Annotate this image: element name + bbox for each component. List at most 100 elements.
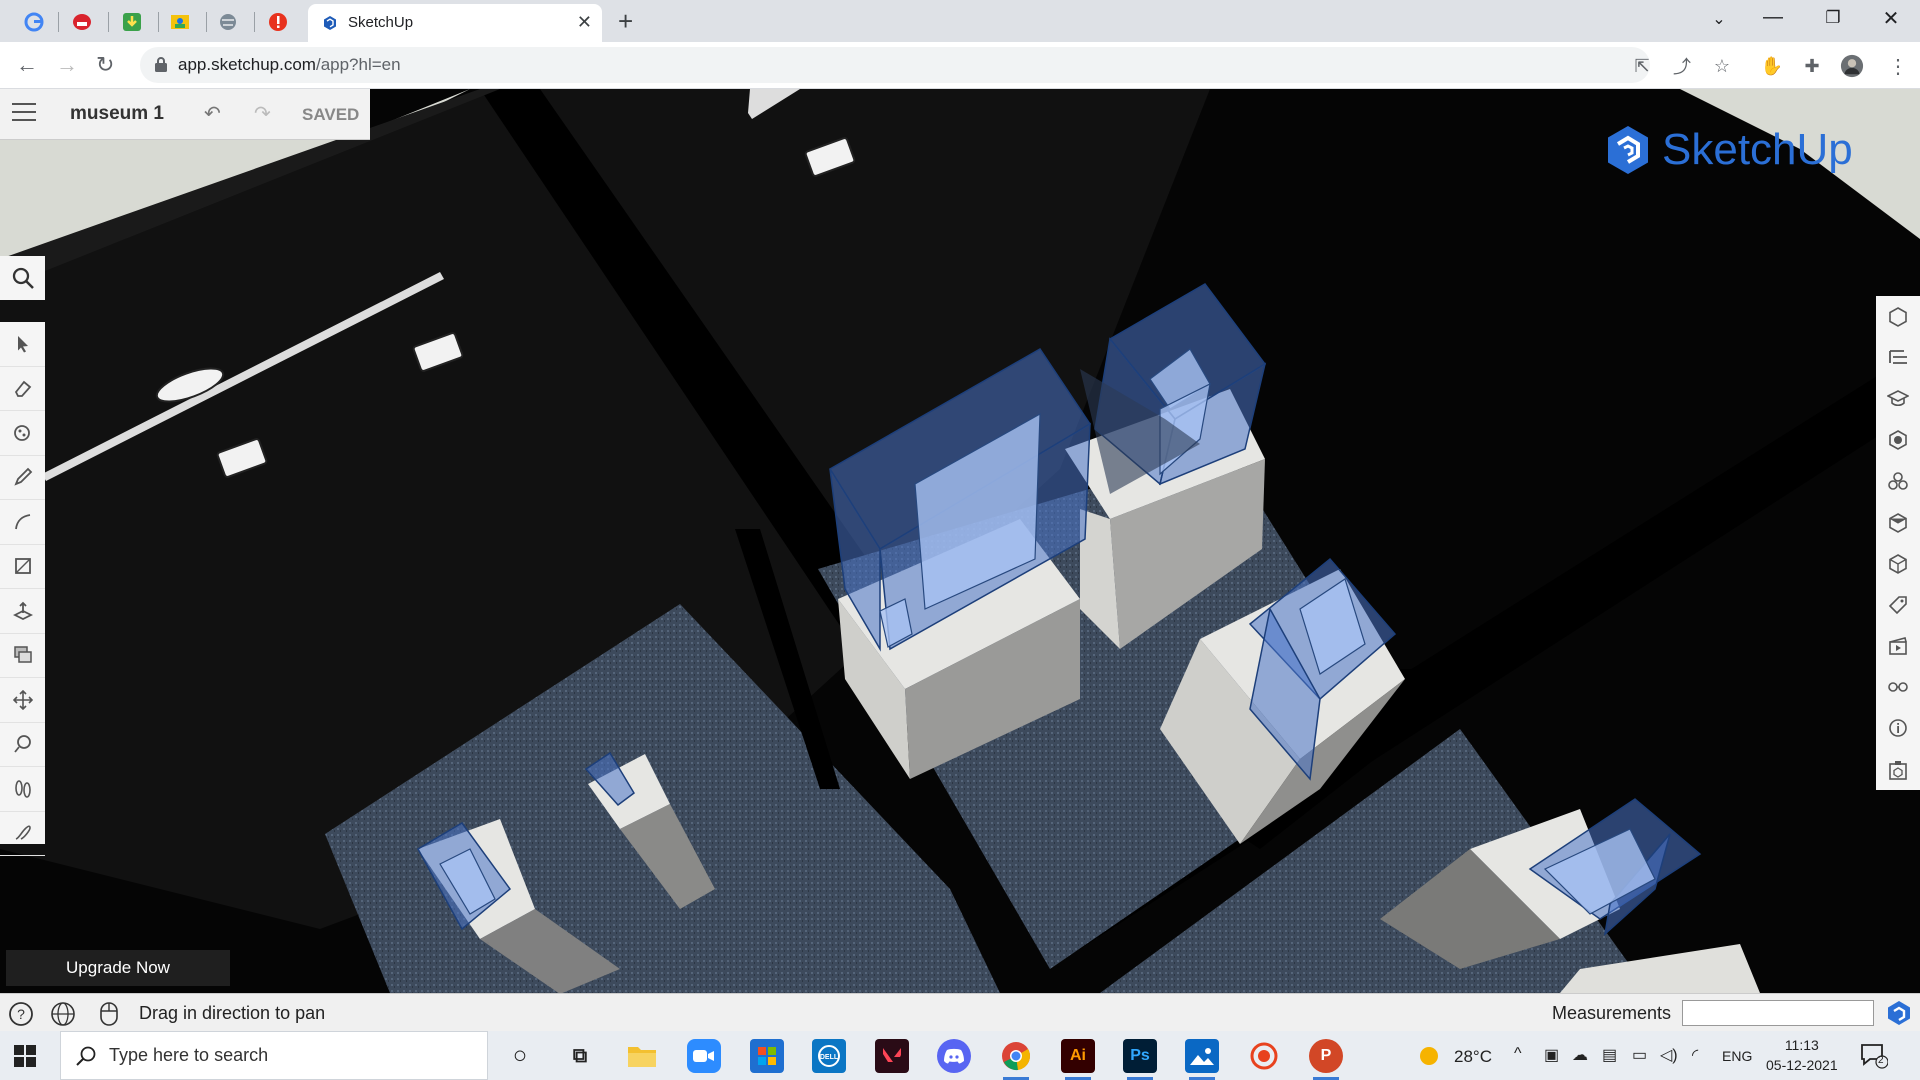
paint-bucket-tool[interactable] — [0, 411, 45, 456]
info-button[interactable] — [1876, 708, 1920, 749]
rolling-stones-icon — [73, 14, 91, 30]
notifications-icon[interactable]: 2 — [1860, 1043, 1889, 1074]
puzzle-icon[interactable]: ✚ — [1800, 54, 1824, 78]
offset-tool[interactable] — [0, 634, 45, 678]
close-window-button[interactable]: ✕ — [1868, 6, 1914, 31]
globe-icon — [220, 14, 236, 30]
display-settings-icon[interactable]: ▤ — [1602, 1045, 1617, 1065]
meet-now-icon[interactable]: ▣ — [1544, 1045, 1559, 1065]
file-explorer-icon[interactable] — [625, 1039, 659, 1073]
back-button[interactable]: ← — [16, 52, 38, 78]
pinned-tab-download[interactable] — [118, 8, 146, 36]
measurements-input[interactable] — [1682, 1000, 1874, 1026]
measurements-label: Measurements — [1552, 1003, 1672, 1023]
close-tab-icon[interactable]: ✕ — [577, 12, 592, 33]
chrome-icon[interactable] — [999, 1039, 1033, 1080]
bookmark-star-icon[interactable]: ☆ — [1710, 54, 1734, 78]
document-header: museum 1 ↶ ↷ SAVED — [0, 89, 370, 140]
mouse-hint-button[interactable] — [96, 1001, 122, 1027]
select-tool[interactable] — [0, 322, 45, 367]
pinned-tab-gallery[interactable] — [166, 8, 194, 36]
search-icon — [76, 1046, 96, 1066]
components-button[interactable] — [1876, 461, 1920, 502]
tray-chevron-icon[interactable]: ^ — [1514, 1045, 1522, 1063]
zoom-icon[interactable] — [687, 1039, 721, 1073]
scenes-button[interactable] — [1876, 543, 1920, 584]
orbit-tool[interactable] — [0, 812, 45, 856]
tab-sketchup[interactable]: SketchUp ✕ — [308, 4, 602, 42]
eraser-tool[interactable] — [0, 367, 45, 411]
dell-icon[interactable]: DELL — [812, 1039, 846, 1073]
rectangle-tool[interactable] — [0, 545, 45, 589]
materials-button[interactable] — [1876, 420, 1920, 461]
powerpoint-icon[interactable]: P — [1309, 1039, 1343, 1080]
open-external-icon[interactable]: ⇱ — [1630, 54, 1654, 78]
language-indicator[interactable]: ENG — [1722, 1048, 1752, 1064]
help-button[interactable]: ? — [8, 1001, 34, 1027]
styles-button[interactable] — [1876, 502, 1920, 543]
search-tool-button[interactable] — [0, 256, 45, 300]
push-pull-tool[interactable] — [0, 589, 45, 634]
notification-count: 2 — [1878, 1055, 1884, 1066]
valorant-icon[interactable] — [875, 1039, 909, 1073]
profile-avatar[interactable] — [1840, 54, 1864, 78]
undo-icon[interactable]: ↶ — [204, 101, 221, 126]
recorder-icon[interactable] — [1247, 1039, 1281, 1073]
more-vert-icon[interactable]: ⋮ — [1886, 54, 1910, 78]
minimize-button[interactable]: — — [1750, 6, 1796, 29]
entity-info-button[interactable] — [1876, 296, 1920, 337]
new-tab-button[interactable]: + — [618, 6, 633, 37]
upgrade-now-button[interactable]: Upgrade Now — [6, 950, 230, 986]
ms-store-icon[interactable] — [750, 1039, 784, 1073]
restore-button[interactable]: ❐ — [1810, 8, 1856, 28]
battery-icon[interactable]: ▭ — [1632, 1045, 1647, 1065]
gallery-icon — [171, 15, 189, 29]
url-host: app.sketchup.com — [178, 55, 316, 74]
start-button[interactable] — [14, 1045, 36, 1072]
wifi-icon[interactable]: ◜ — [1692, 1045, 1698, 1065]
pinned-tab-globe[interactable] — [214, 8, 242, 36]
eraser-icon — [14, 380, 31, 398]
tab-search-chevron-icon[interactable]: ⌄ — [1696, 9, 1742, 29]
weather-sun-icon[interactable] — [1418, 1045, 1440, 1072]
address-bar[interactable]: app.sketchup.com/app?hl=en — [140, 47, 1650, 83]
geo-location-button[interactable] — [50, 1001, 76, 1027]
forward-button[interactable]: → — [56, 52, 78, 78]
share-icon[interactable]: ⤴ — [1670, 54, 1694, 78]
tags-icon — [1888, 596, 1907, 615]
cortana-icon[interactable]: ○ — [503, 1039, 537, 1073]
illustrator-icon[interactable]: Ai — [1061, 1039, 1095, 1080]
arc-tool[interactable] — [0, 500, 45, 545]
outliner-button[interactable] — [1876, 337, 1920, 378]
animation-button[interactable] — [1876, 626, 1920, 667]
mouse-icon — [100, 1002, 118, 1026]
walk-tool[interactable] — [0, 767, 45, 812]
clock[interactable]: 11:13 05-12-2021 — [1766, 1035, 1838, 1075]
help-icon: ? — [9, 1002, 33, 1026]
pencil-tool[interactable] — [0, 456, 45, 500]
weather-temp[interactable]: 28°C — [1454, 1047, 1492, 1067]
onedrive-icon[interactable]: ☁ — [1572, 1045, 1588, 1065]
redo-icon[interactable]: ↷ — [254, 101, 271, 126]
solid-inspector-button[interactable] — [1876, 749, 1920, 790]
pinned-tab-google[interactable] — [20, 8, 48, 36]
move-tool[interactable] — [0, 678, 45, 723]
extension-hand-icon[interactable]: ✋ — [1760, 54, 1784, 78]
discord-icon[interactable] — [937, 1039, 971, 1073]
pinned-tab-alert[interactable] — [264, 8, 292, 36]
hamburger-menu-icon[interactable] — [12, 103, 36, 127]
model-viewport[interactable] — [0, 89, 1920, 993]
tags-button[interactable] — [1876, 584, 1920, 625]
tab-strip: SketchUp ✕ + ⌄ — ❐ ✕ — [0, 0, 1920, 42]
task-view-icon[interactable]: ⧉ — [563, 1039, 597, 1073]
instructor-button[interactable] — [1876, 378, 1920, 419]
display-button[interactable] — [1876, 667, 1920, 708]
pinned-tab-rolling[interactable] — [68, 8, 96, 36]
photos-icon[interactable] — [1185, 1039, 1219, 1080]
volume-icon[interactable]: ◁) — [1660, 1045, 1678, 1065]
reload-button[interactable]: ↻ — [96, 52, 114, 78]
taskbar-search-box[interactable]: Type here to search — [60, 1031, 488, 1080]
tape-measure-tool[interactable] — [0, 723, 45, 767]
document-name[interactable]: museum 1 — [70, 103, 164, 125]
photoshop-icon[interactable]: Ps — [1123, 1039, 1157, 1080]
